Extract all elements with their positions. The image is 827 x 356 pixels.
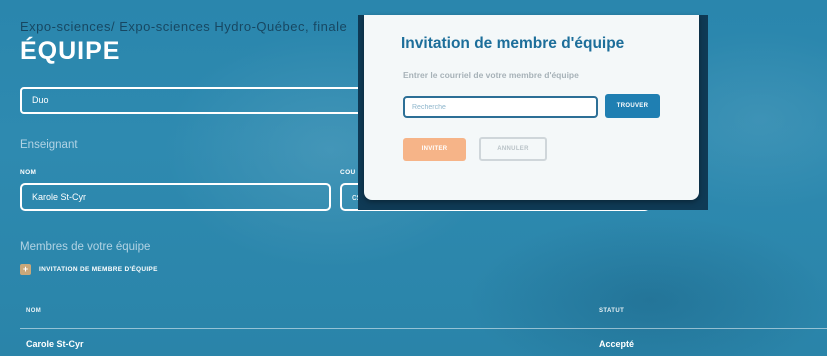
column-header-status: STATUT xyxy=(599,308,625,314)
modal-title: Invitation de membre d'équipe xyxy=(401,35,625,52)
member-status-cell: Accepté xyxy=(599,339,635,349)
teacher-name-label: NOM xyxy=(20,169,37,176)
page-title: ÉQUIPE xyxy=(20,37,121,65)
invite-button[interactable]: INVITER xyxy=(403,138,466,161)
plus-icon: + xyxy=(20,264,31,275)
table-divider xyxy=(20,328,827,329)
email-search-input[interactable] xyxy=(403,96,598,118)
find-button[interactable]: TROUVER xyxy=(605,94,660,118)
invite-member-link[interactable]: + INVITATION DE MEMBRE D'ÉQUIPE xyxy=(20,264,158,275)
team-name-field[interactable]: Duo xyxy=(20,87,365,114)
members-section-label: Membres de votre équipe xyxy=(20,241,151,253)
invite-member-link-label: INVITATION DE MEMBRE D'ÉQUIPE xyxy=(39,266,158,273)
column-header-name: NOM xyxy=(26,308,42,314)
member-name-cell: Carole St-Cyr xyxy=(26,339,84,349)
teacher-email-label: COU xyxy=(340,169,356,176)
modal-prompt: Entrer le courriel de votre membre d'équ… xyxy=(403,70,579,80)
breadcrumb[interactable]: Expo-sciences/ Expo-sciences Hydro-Québe… xyxy=(20,19,347,34)
teacher-name-field[interactable]: Karole St-Cyr xyxy=(20,183,331,211)
teacher-section-label: Enseignant xyxy=(20,139,78,151)
cancel-button[interactable]: ANNULER xyxy=(479,137,547,161)
